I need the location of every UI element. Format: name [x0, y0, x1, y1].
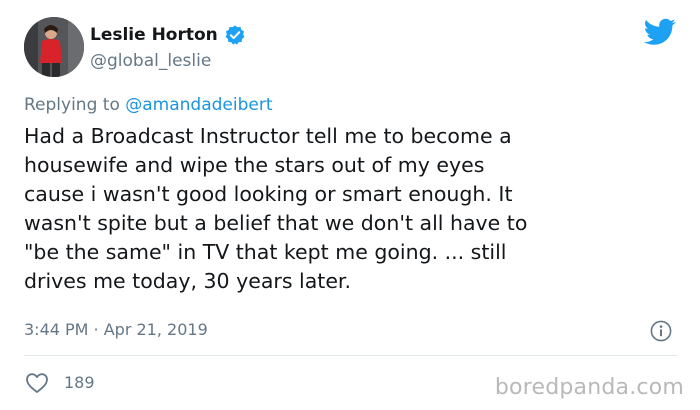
twitter-bird-icon[interactable] — [643, 18, 676, 46]
reply-mention-link[interactable]: @amandadeibert — [125, 95, 272, 115]
avatar[interactable] — [24, 17, 84, 77]
tweet-card: Leslie Horton @global_leslie Replying to… — [0, 0, 700, 410]
replying-to: Replying to @amandadeibert — [24, 95, 273, 115]
heart-icon[interactable] — [25, 372, 49, 394]
tweet-timestamp[interactable]: 3:44 PM · Apr 21, 2019 — [24, 320, 208, 339]
info-icon[interactable] — [650, 320, 672, 342]
author-name-row[interactable]: Leslie Horton — [90, 24, 246, 46]
tweet-text: Had a Broadcast Instructor tell me to be… — [24, 124, 528, 293]
like-count[interactable]: 189 — [64, 373, 95, 392]
replying-to-label: Replying to — [24, 95, 126, 115]
divider — [24, 355, 678, 356]
author-handle[interactable]: @global_leslie — [90, 51, 211, 71]
watermark: boredpanda.com — [494, 375, 684, 400]
author-name[interactable]: Leslie Horton — [90, 25, 218, 45]
verified-icon — [224, 24, 246, 46]
